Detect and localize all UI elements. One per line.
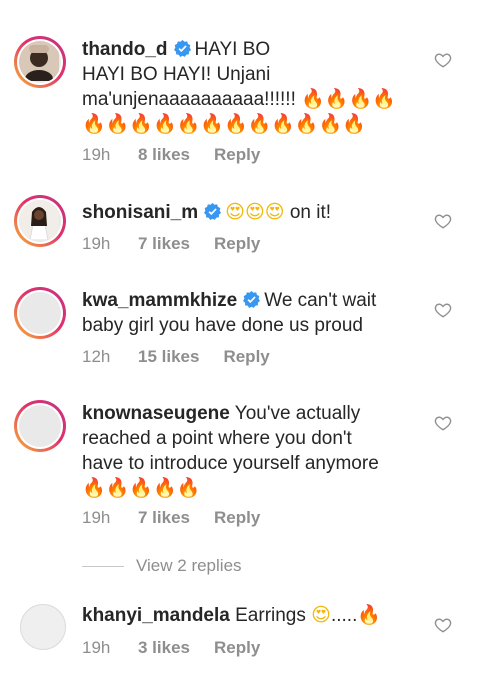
reply-button[interactable]: Reply bbox=[214, 508, 260, 528]
comment-line: have to introduce yourself anymore bbox=[82, 453, 379, 474]
likes-count[interactable]: 7 likes bbox=[138, 234, 190, 254]
view-replies-label: View 2 replies bbox=[136, 556, 242, 575]
username[interactable]: knownaseugene bbox=[82, 403, 230, 424]
avatar-photo bbox=[19, 200, 59, 241]
avatar-kwa-mammkhize[interactable] bbox=[14, 287, 66, 339]
likes-count[interactable]: 3 likes bbox=[138, 638, 190, 658]
comment-line: We can't wait bbox=[264, 290, 377, 311]
avatar-photo bbox=[19, 41, 59, 83]
timestamp: 19h bbox=[82, 234, 111, 253]
fire-emoji-row: 🔥🔥🔥🔥🔥🔥🔥🔥🔥🔥🔥🔥 bbox=[82, 113, 366, 135]
reply-button[interactable]: Reply bbox=[223, 347, 269, 367]
timestamp: 12h bbox=[82, 347, 111, 366]
comment-meta: 19h 7 likes Reply bbox=[82, 508, 260, 528]
avatar-thando-d[interactable] bbox=[14, 36, 66, 88]
username[interactable]: shonisani_m bbox=[82, 202, 198, 223]
reply-button[interactable]: Reply bbox=[214, 145, 260, 165]
fire-emoji-row: 🔥🔥🔥🔥 bbox=[301, 88, 396, 110]
comment-text: knownaseugene You've actually reached a … bbox=[82, 401, 422, 501]
comment-text: kwa_mammkhize We can't wait baby girl you… bbox=[82, 288, 422, 338]
verified-badge-icon bbox=[243, 291, 261, 308]
timestamp: 19h bbox=[82, 638, 111, 657]
comment-line: on it! bbox=[289, 202, 332, 223]
avatar-photo bbox=[19, 405, 61, 447]
avatar-shonisani-m[interactable] bbox=[14, 195, 66, 247]
comment-meta: 19h 7 likes Reply bbox=[82, 234, 260, 254]
reply-button[interactable]: Reply bbox=[214, 638, 260, 658]
comment-text: thando_d HAYI BO HAYI BO HAYI! Unjani ma'… bbox=[82, 37, 422, 137]
comment-text: khanyi_mandela Earrings 😍.....🔥 bbox=[82, 603, 422, 628]
avatar-khanyi-mandela[interactable] bbox=[20, 604, 66, 650]
view-replies-button[interactable]: View 2 replies bbox=[82, 555, 382, 577]
comment-line: HAYI BO HAYI! Unjani bbox=[82, 64, 271, 85]
heart-outline-icon[interactable] bbox=[434, 51, 452, 69]
verified-badge-icon bbox=[173, 40, 191, 57]
reply-button[interactable]: Reply bbox=[214, 234, 260, 254]
fire-emoji: 🔥 bbox=[357, 604, 382, 626]
comment-line: reached a point where you don't bbox=[82, 428, 352, 449]
likes-count[interactable]: 7 likes bbox=[138, 508, 190, 528]
heart-outline-icon[interactable] bbox=[434, 414, 452, 432]
comment-meta: 19h 8 likes Reply bbox=[82, 145, 260, 165]
heart-eyes-emoji: 😍 bbox=[311, 604, 331, 626]
heart-outline-icon[interactable] bbox=[434, 301, 452, 319]
comment-meta: 19h 3 likes Reply bbox=[82, 638, 260, 658]
timestamp: 19h bbox=[82, 508, 111, 527]
timestamp: 19h bbox=[82, 145, 111, 164]
heart-eyes-emoji-row: 😍😍😍 bbox=[225, 201, 285, 223]
avatar-knownaseugene[interactable] bbox=[14, 400, 66, 452]
comment-line: ma'unjenaaaaaaaaaa!!!!!! bbox=[82, 89, 296, 110]
fire-emoji-row: 🔥🔥🔥🔥🔥 bbox=[82, 477, 201, 499]
comment-text: shonisani_m 😍😍😍 on it! bbox=[82, 200, 422, 225]
comment-dots: ..... bbox=[330, 605, 358, 626]
username[interactable]: khanyi_mandela bbox=[82, 605, 230, 626]
comment-line: HAYI BO bbox=[194, 39, 271, 60]
likes-count[interactable]: 15 likes bbox=[138, 347, 199, 367]
heart-outline-icon[interactable] bbox=[434, 212, 452, 230]
username[interactable]: thando_d bbox=[82, 39, 168, 60]
heart-outline-icon[interactable] bbox=[434, 616, 452, 634]
comment-line: baby girl you have done us proud bbox=[82, 315, 363, 336]
divider-line bbox=[82, 565, 124, 567]
comment-line: You've actually bbox=[234, 403, 361, 424]
comment-line: Earrings bbox=[235, 605, 306, 626]
avatar-photo bbox=[19, 292, 61, 334]
username[interactable]: kwa_mammkhize bbox=[82, 290, 237, 311]
comment-meta: 12h 15 likes Reply bbox=[82, 347, 270, 367]
verified-badge-icon bbox=[204, 203, 222, 220]
likes-count[interactable]: 8 likes bbox=[138, 145, 190, 165]
